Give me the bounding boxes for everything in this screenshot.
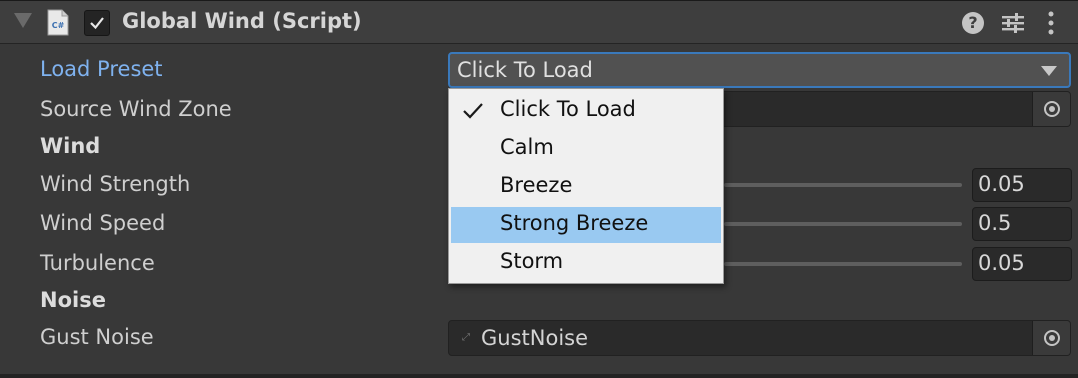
inspector-divider (0, 374, 1078, 378)
help-icon[interactable]: ? (962, 12, 984, 34)
menu-item-label: Click To Load (500, 97, 636, 121)
object-picker-button[interactable] (1032, 321, 1070, 355)
menu-item-calm[interactable]: Calm (451, 131, 721, 167)
foldout-arrow-icon[interactable] (14, 13, 32, 28)
svg-text:C#: C# (52, 21, 65, 30)
menu-item-label: Storm (500, 249, 564, 273)
wind-speed-slider[interactable] (724, 222, 962, 226)
wind-speed-input[interactable]: 0.5 (972, 207, 1072, 241)
wind-speed-label: Wind Speed (40, 211, 166, 235)
wind-strength-label: Wind Strength (40, 172, 191, 196)
csharp-script-icon: C# (47, 9, 69, 36)
menu-item-click-to-load[interactable]: Click To Load (451, 93, 721, 129)
gust-noise-value: GustNoise (481, 326, 589, 350)
menu-item-strong-breeze[interactable]: Strong Breeze (451, 207, 721, 243)
presets-icon[interactable] (1000, 11, 1026, 39)
component-header[interactable]: C# Global Wind (Script) ? (0, 0, 1078, 44)
menu-item-label: Breeze (500, 173, 573, 197)
wind-strength-slider[interactable] (724, 183, 962, 187)
menu-item-label: Strong Breeze (500, 211, 649, 235)
load-preset-value: Click To Load (457, 58, 593, 82)
dropdown-arrow-icon (1041, 66, 1057, 76)
component-enabled-checkbox[interactable] (84, 10, 110, 36)
gust-noise-field[interactable]: ⤢ GustNoise (448, 320, 1071, 356)
gust-noise-label: Gust Noise (40, 325, 154, 349)
turbulence-label: Turbulence (40, 251, 155, 275)
texture-asset-icon: ⤢ (462, 332, 470, 343)
menu-item-storm[interactable]: Storm (451, 245, 721, 281)
source-wind-zone-label: Source Wind Zone (40, 97, 232, 121)
component-title: Global Wind (Script) (122, 9, 362, 33)
context-menu-icon[interactable] (1046, 11, 1056, 39)
menu-item-breeze[interactable]: Breeze (451, 169, 721, 205)
load-preset-dropdown[interactable]: Click To Load (448, 52, 1071, 88)
wind-section-header: Wind (40, 134, 101, 158)
menu-item-label: Calm (500, 135, 554, 159)
load-preset-label: Load Preset (40, 57, 163, 81)
turbulence-slider[interactable] (724, 262, 962, 266)
wind-strength-input[interactable]: 0.05 (972, 168, 1072, 202)
object-picker-button[interactable] (1032, 92, 1070, 126)
preset-dropdown-menu: Click To Load Calm Breeze Strong Breeze … (448, 88, 724, 284)
checkmark-icon (463, 103, 483, 119)
noise-section-header: Noise (40, 288, 106, 312)
turbulence-input[interactable]: 0.05 (972, 247, 1072, 281)
